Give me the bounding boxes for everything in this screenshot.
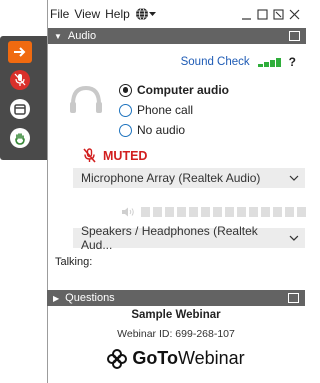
webinar-id: Webinar ID: 699-268-107 <box>117 328 235 340</box>
screen-button[interactable] <box>8 98 32 120</box>
questions-popout-icon[interactable] <box>288 293 299 303</box>
speaker-select-value: Speakers / Headphones (Realtek Aud... <box>81 224 258 252</box>
help-icon[interactable]: ? <box>289 55 296 69</box>
muted-mic-icon <box>83 148 96 163</box>
option-label: Phone call <box>137 103 194 117</box>
sound-check-link[interactable]: Sound Check <box>181 56 250 68</box>
option-no-audio[interactable]: No audio <box>119 120 229 140</box>
panel-content: Sound Check ? Computer audio Phone call … <box>47 0 306 383</box>
muted-label: MUTED <box>103 148 148 163</box>
headset-icon <box>70 85 102 113</box>
brand-product: Webinar <box>177 348 245 368</box>
hand-icon <box>10 128 30 148</box>
collapsed-triangle-icon: ▶ <box>53 293 60 303</box>
option-phone-call[interactable]: Phone call <box>119 100 229 120</box>
signal-bars-icon <box>257 57 281 67</box>
sound-check: Sound Check ? <box>181 55 296 69</box>
microphone-select[interactable]: Microphone Array (Realtek Audio) <box>73 168 305 188</box>
questions-section-header[interactable]: ▶ Questions <box>47 290 305 306</box>
chevron-down-icon <box>289 175 299 181</box>
speaker-volume-icon <box>122 207 134 217</box>
screen-icon <box>10 99 30 119</box>
option-label: No audio <box>137 123 186 137</box>
mute-toggle-button[interactable] <box>8 69 32 91</box>
speaker-level-meter <box>121 207 306 217</box>
raise-hand-button[interactable] <box>8 127 32 149</box>
option-label: Computer audio <box>137 83 229 97</box>
collapse-panel-button[interactable] <box>8 41 32 63</box>
questions-section-title: Questions <box>65 292 115 304</box>
radio-button[interactable] <box>119 103 132 117</box>
talking-label: Talking: <box>55 256 93 268</box>
muted-mic-icon <box>10 70 30 90</box>
brand-goto: GoTo <box>132 348 178 368</box>
speaker-select[interactable]: Speakers / Headphones (Realtek Aud... <box>73 224 305 252</box>
goto-flower-icon <box>107 348 128 369</box>
option-computer-audio[interactable]: Computer audio <box>119 80 229 100</box>
audio-mode-options: Computer audio Phone call No audio <box>119 80 229 140</box>
grab-tab <box>0 36 47 160</box>
gotowebinar-logo: GoTo Webinar <box>47 348 305 369</box>
mute-status[interactable]: MUTED <box>83 148 147 163</box>
radio-button[interactable] <box>119 83 132 97</box>
radio-button[interactable] <box>119 123 132 137</box>
webinar-title: Sample Webinar <box>131 309 221 321</box>
microphone-select-value: Microphone Array (Realtek Audio) <box>81 171 261 185</box>
chevron-down-icon <box>289 235 299 241</box>
arrow-right-icon <box>14 47 26 57</box>
gotowebinar-control-panel: File View Help ▼ Audio Sound Check ? Com… <box>0 0 306 383</box>
